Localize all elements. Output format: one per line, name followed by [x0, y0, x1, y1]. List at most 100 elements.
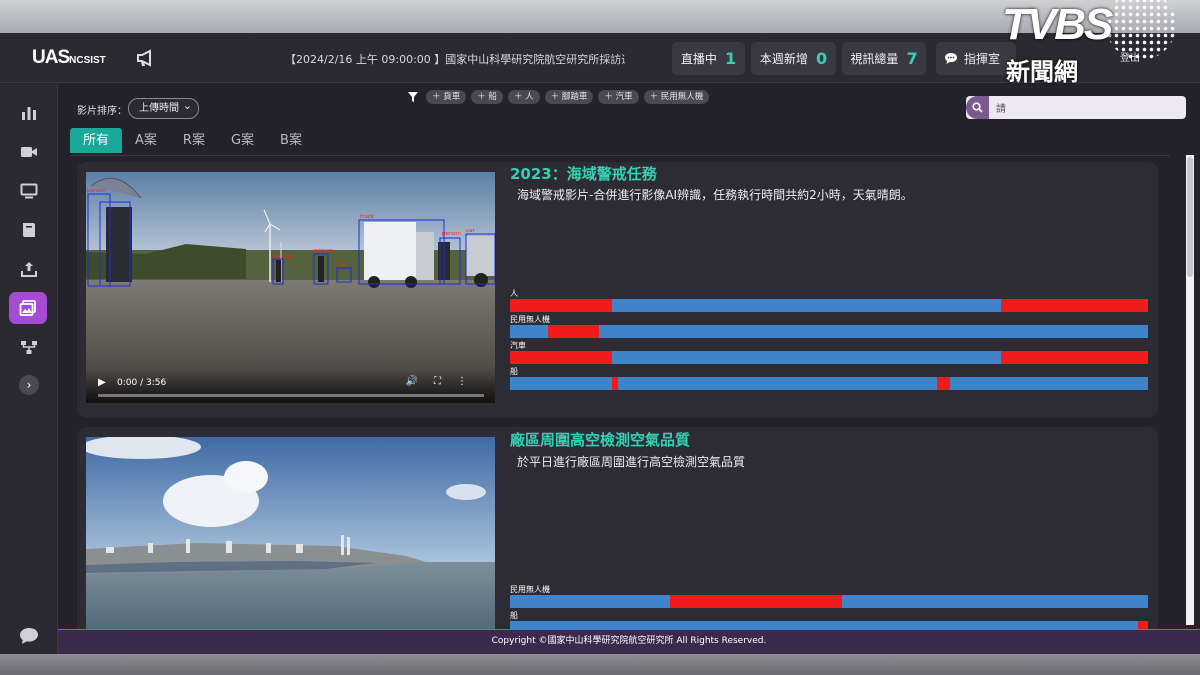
bar-chart-icon: [22, 107, 36, 120]
sidebar-item-upload[interactable]: [17, 258, 41, 280]
video-description: 於平日進行廠區周圍進行高空檢測空氣品質: [517, 455, 746, 469]
megaphone-icon[interactable]: [136, 49, 156, 67]
track-label: 民用無人機: [510, 585, 550, 594]
sort-select[interactable]: 上傳時間: [128, 96, 199, 119]
detection-label: person: [442, 231, 461, 237]
search-box[interactable]: 請: [966, 96, 1186, 119]
sidebar-item-archive[interactable]: [17, 219, 41, 241]
tvbs-news-watermark: TVBS 新聞網: [996, 0, 1200, 92]
stat-live-label: 直播中: [680, 52, 717, 66]
filter-chip-label: 腳踏車: [561, 92, 588, 102]
detection-segment[interactable]: [548, 325, 600, 338]
detection-segment[interactable]: [1001, 351, 1148, 364]
track-bar[interactable]: [510, 351, 1148, 364]
filter-chip[interactable]: ＋ 貨車: [426, 90, 467, 104]
stat-weekly-new-label: 本週新增: [759, 52, 808, 66]
detection-segment[interactable]: [669, 595, 842, 608]
filter-chip-label: 人: [525, 92, 534, 102]
search-input[interactable]: 請: [996, 100, 1006, 115]
tab-a-case[interactable]: A案: [122, 128, 170, 153]
track-bar[interactable]: [510, 325, 1148, 338]
video-control-icons[interactable]: 🔊⛶⋮: [406, 376, 483, 387]
announcement-marquee: 【2024/2/16 上午 09:00:00 】國家中山科學研究院航空研究所採訪…: [285, 53, 625, 66]
tvbs-brand: TVBS: [1002, 0, 1113, 49]
filter-bar: ＋ 貨車 ＋ 船 ＋ 人 ＋ 腳踏車 ＋ 汽車 ＋ 民用無人機: [408, 90, 710, 104]
chat-icon[interactable]: [19, 627, 39, 645]
video-progress[interactable]: [98, 394, 484, 397]
video-time: 0:00 / 3:56: [117, 378, 167, 388]
sidebar-expand-button[interactable]: ›: [19, 375, 39, 395]
track-bar[interactable]: [510, 299, 1148, 312]
sidebar-item-monitor[interactable]: [17, 180, 41, 202]
track-label: 船: [510, 611, 518, 620]
detection-label: person: [314, 248, 333, 254]
search-icon[interactable]: [966, 96, 989, 119]
track-bar[interactable]: [510, 377, 1148, 390]
sidebar: ›: [0, 84, 58, 654]
sidebar-item-network[interactable]: [17, 336, 41, 358]
video-camera-icon: [21, 147, 37, 157]
sidebar-item-gallery[interactable]: [9, 292, 47, 324]
detection-segment[interactable]: [612, 377, 619, 390]
chat-bubble-icon: [945, 53, 957, 64]
play-icon[interactable]: ▶: [98, 377, 106, 388]
detection-label: truck: [360, 214, 375, 220]
filter-chip-label: 汽車: [615, 92, 633, 102]
logo-main: UAS: [32, 47, 70, 68]
tab-b-case[interactable]: B案: [267, 128, 315, 153]
tvbs-dot-logo: [1106, 0, 1176, 60]
outer-bottom-band: [0, 654, 1200, 675]
filter-chip[interactable]: ＋ 民用無人機: [643, 90, 710, 104]
detection-label: person: [87, 188, 106, 194]
filter-chip[interactable]: ＋ 人: [507, 90, 540, 104]
logo-sub: NCSIST: [69, 55, 106, 66]
upload-icon: [21, 262, 37, 277]
stat-total-videos[interactable]: 視訊總量 7: [842, 42, 926, 75]
stat-live-value: 1: [724, 49, 737, 68]
video-card: 廠區周圍高空檢測空氣品質 於平日進行廠區周圍進行高空檢測空氣品質 民用無人機 船…: [77, 427, 1158, 654]
tab-g-case[interactable]: G案: [218, 128, 267, 153]
filter-funnel-icon[interactable]: [408, 92, 418, 102]
command-room-label: 指揮室: [964, 52, 1001, 66]
track-bar[interactable]: [510, 595, 1148, 608]
track-label: 汽車: [510, 341, 526, 350]
detection-segment[interactable]: [937, 377, 951, 390]
stat-weekly-new[interactable]: 本週新增 0: [751, 42, 836, 75]
filter-chip[interactable]: ＋ 汽車: [598, 90, 639, 104]
case-tabs: 所有 A案 R案 G案 B案: [70, 128, 1170, 156]
filter-chip[interactable]: ＋ 船: [471, 90, 503, 104]
track-label: 人: [510, 289, 518, 298]
detection-segment[interactable]: [1001, 299, 1148, 312]
video-frame-industrial-coast: [86, 437, 495, 637]
app-window: UASNCSIST 【2024/2/16 上午 09:00:00 】國家中山科學…: [0, 33, 1200, 654]
detection-label: person: [274, 254, 293, 260]
video-card: person person person truck car person ca…: [77, 162, 1158, 418]
book-icon: [23, 223, 35, 237]
sidebar-item-dashboard[interactable]: [17, 102, 41, 124]
track-label: 船: [510, 367, 518, 376]
tab-all[interactable]: 所有: [70, 128, 123, 153]
video-player[interactable]: person person person truck car person ca…: [86, 172, 495, 403]
stat-total-label: 視訊總量: [850, 52, 899, 66]
filter-chip-label: 民用無人機: [660, 92, 704, 102]
scrollbar-thumb[interactable]: [1187, 157, 1193, 277]
video-title[interactable]: 廠區周圍高空檢測空氣品質: [510, 429, 690, 450]
sidebar-item-video[interactable]: [17, 141, 41, 163]
stat-weekly-new-value: 0: [815, 49, 828, 68]
footer-copyright: Copyright ©國家中山科學研究院航空研究所 All Rights Res…: [58, 629, 1200, 654]
detection-label: car: [338, 262, 347, 268]
filter-chip-label: 貨車: [443, 92, 461, 102]
video-player[interactable]: [86, 437, 495, 637]
detection-segment[interactable]: [510, 351, 613, 364]
scrollbar[interactable]: [1186, 155, 1194, 625]
sort-label: 影片排序：: [77, 106, 127, 117]
filter-chip[interactable]: ＋ 腳踏車: [544, 90, 594, 104]
app-logo[interactable]: UASNCSIST: [32, 47, 106, 69]
video-title[interactable]: 2023：海域警戒任務: [510, 163, 657, 184]
stat-live[interactable]: 直播中 1: [672, 42, 745, 75]
tvbs-sub: 新聞網: [1006, 58, 1078, 86]
tab-r-case[interactable]: R案: [170, 128, 218, 153]
image-gallery-icon: [19, 300, 36, 316]
stat-total-value: 7: [906, 49, 918, 68]
detection-segment[interactable]: [510, 299, 613, 312]
